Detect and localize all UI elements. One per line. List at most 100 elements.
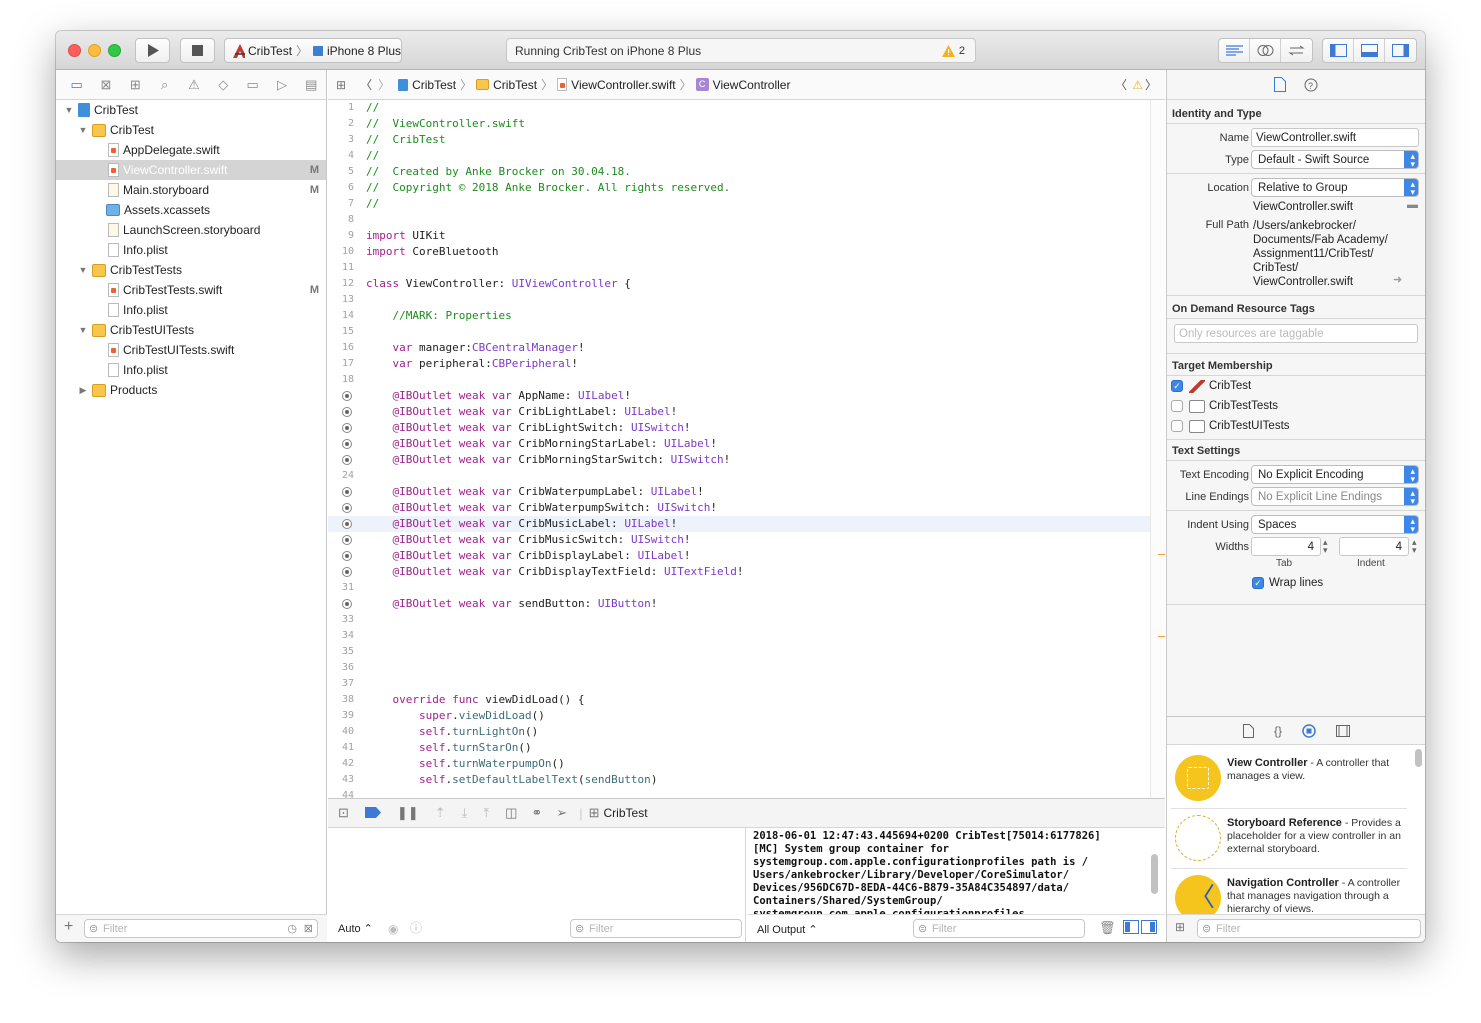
file-inspector-icon[interactable] — [1274, 77, 1286, 92]
name-field[interactable]: ViewController.swift — [1251, 128, 1419, 147]
editor-scrollbar[interactable] — [1150, 100, 1165, 798]
outlet-connection-icon[interactable] — [342, 503, 352, 513]
target-checkbox[interactable] — [1171, 420, 1183, 432]
eye-icon[interactable]: ◉ — [388, 922, 398, 936]
navigator-filter-field[interactable]: ⊜ Filter ◷ ⊠ — [84, 919, 318, 938]
tree-item[interactable]: ▶ Products — [56, 380, 326, 400]
outlet-connection-icon[interactable] — [342, 407, 352, 417]
stop-button[interactable] — [180, 38, 215, 63]
breadcrumb-project[interactable]: CribTest — [412, 78, 456, 92]
output-selector[interactable]: All Output ⌃ — [757, 923, 818, 936]
code-line[interactable]: @IBOutlet weak var CribMusicSwitch: UISw… — [328, 532, 1165, 548]
code-line[interactable]: 18 — [328, 372, 1165, 388]
target-checkbox[interactable]: ✓ — [1171, 380, 1183, 392]
breakpoint-tab-icon[interactable]: ▷ — [267, 77, 296, 93]
resource-tags-field[interactable]: Only resources are taggable — [1174, 324, 1418, 343]
code-line[interactable]: @IBOutlet weak var AppName: UILabel! — [328, 388, 1165, 404]
tree-item[interactable]: CribTestTests.swift M — [56, 280, 326, 300]
code-line[interactable]: @IBOutlet weak var CribMusicLabel: UILab… — [328, 516, 1165, 532]
reveal-arrow-icon[interactable]: ➜ — [1393, 273, 1402, 286]
tree-item[interactable]: Info.plist — [56, 300, 326, 320]
tree-item[interactable]: Info.plist — [56, 240, 326, 260]
outlet-connection-icon[interactable] — [342, 487, 352, 497]
trash-icon[interactable]: 🗑 — [1099, 920, 1116, 936]
code-line[interactable]: 15 — [328, 324, 1165, 340]
code-line[interactable]: 44 — [328, 788, 1165, 798]
code-line[interactable]: 34 — [328, 628, 1165, 644]
code-line[interactable]: 36 — [328, 660, 1165, 676]
code-line[interactable]: @IBOutlet weak var sendButton: UIButton! — [328, 596, 1165, 612]
tree-item[interactable]: ▼ CribTestUITests — [56, 320, 326, 340]
outlet-connection-icon[interactable] — [342, 391, 352, 401]
tree-item[interactable]: ▼ CribTest — [56, 100, 326, 120]
warnings-indicator[interactable]: 2 — [941, 44, 965, 57]
view-debugger-icon[interactable]: ◫ — [505, 805, 517, 821]
code-line[interactable]: 43 self.setDefaultLabelText(sendButton) — [328, 772, 1165, 788]
split-view-icon[interactable] — [1123, 920, 1157, 937]
code-line[interactable]: 13 — [328, 292, 1165, 308]
info-icon[interactable]: ⓘ — [410, 919, 422, 936]
console-scrollbar[interactable] — [1151, 854, 1158, 894]
debug-tab-icon[interactable]: ▭ — [238, 77, 267, 93]
library-item[interactable]: Storyboard Reference - Provides a placeh… — [1171, 809, 1407, 869]
variables-filter-field[interactable]: ⊜ Filter — [570, 919, 742, 938]
code-line[interactable]: 7 // — [328, 196, 1165, 212]
file-template-icon[interactable] — [1242, 723, 1254, 738]
disclosure-open-icon[interactable]: ▼ — [78, 265, 88, 275]
code-line[interactable]: @IBOutlet weak var CribDisplayLabel: UIL… — [328, 548, 1165, 564]
line-endings-popup[interactable]: No Explicit Line Endings ▴ ▾ — [1251, 487, 1419, 506]
wrap-lines-checkbox[interactable]: ✓ — [1252, 577, 1264, 589]
outlet-connection-icon[interactable] — [342, 519, 352, 529]
code-line[interactable]: 12 class ViewController: UIViewController… — [328, 276, 1165, 292]
code-line[interactable]: @IBOutlet weak var CribMorningStarSwitch… — [328, 452, 1165, 468]
code-line[interactable]: 39 super.viewDidLoad() — [328, 708, 1165, 724]
folder-tab-icon[interactable]: ▭ — [62, 77, 91, 93]
process-label[interactable]: CribTest — [604, 806, 648, 820]
code-line[interactable]: 17 var peripheral:CBPeripheral! — [328, 356, 1165, 372]
indent-using-popup[interactable]: Spaces ▴ ▾ — [1251, 515, 1419, 534]
tree-item[interactable]: ▼ CribTestTests — [56, 260, 326, 280]
tree-item[interactable]: AppDelegate.swift — [56, 140, 326, 160]
issue-tab-icon[interactable]: ⚠ — [179, 77, 208, 93]
media-library-icon[interactable] — [1336, 724, 1350, 737]
code-line[interactable]: @IBOutlet weak var CribLightSwitch: UISw… — [328, 420, 1165, 436]
code-line[interactable]: 37 — [328, 676, 1165, 692]
previous-issue-button[interactable]: 〈 — [1115, 76, 1127, 93]
related-items-icon[interactable]: ⊞ — [336, 78, 346, 92]
clock-icon[interactable]: ◷ — [287, 922, 297, 935]
breakpoints-toggle-icon[interactable] — [364, 806, 381, 821]
disclosure-open-icon[interactable]: ▼ — [78, 325, 88, 335]
code-line[interactable]: 8 — [328, 212, 1165, 228]
indent-width-field[interactable]: 4 — [1339, 537, 1409, 556]
target-checkbox[interactable] — [1171, 400, 1183, 412]
encoding-popup[interactable]: No Explicit Encoding ▴ ▾ — [1251, 465, 1419, 484]
zoom-window-button[interactable] — [108, 44, 121, 57]
back-button[interactable]: 〈 — [360, 76, 372, 93]
close-window-button[interactable] — [68, 44, 81, 57]
source-editor[interactable]: 1 // 2 // ViewController.swift 3 // CribTest 4… — [328, 100, 1165, 798]
code-line[interactable]: 35 — [328, 644, 1165, 660]
disclosure-closed-icon[interactable]: ▶ — [78, 385, 88, 396]
code-snippet-icon[interactable]: {} — [1274, 724, 1282, 738]
code-line[interactable]: 2 // ViewController.swift — [328, 116, 1165, 132]
code-line[interactable]: @IBOutlet weak var CribDisplayTextField:… — [328, 564, 1165, 580]
next-issue-button[interactable]: 〉 — [1145, 76, 1157, 93]
tree-item[interactable]: Info.plist — [56, 360, 326, 380]
outlet-connection-icon[interactable] — [342, 551, 352, 561]
code-line[interactable]: 9 import UIKit — [328, 228, 1165, 244]
code-line[interactable]: @IBOutlet weak var CribMorningStarLabel:… — [328, 436, 1165, 452]
auto-selector[interactable]: Auto ⌃ — [338, 922, 373, 935]
step-over-icon[interactable]: ⇡ — [435, 805, 446, 821]
toggle-debug-area-button[interactable] — [1354, 39, 1385, 62]
tab-width-stepper[interactable]: ▴ ▾ — [1323, 538, 1328, 555]
assistant-editor-button[interactable] — [1250, 39, 1281, 62]
code-line[interactable]: 14 //MARK: Properties — [328, 308, 1165, 324]
source-control-tab-icon[interactable]: ⊠ — [91, 77, 120, 93]
report-tab-icon[interactable]: ▤ — [297, 77, 326, 93]
code-line[interactable]: 38 override func viewDidLoad() { — [328, 692, 1165, 708]
code-line[interactable]: 40 self.turnLightOn() — [328, 724, 1165, 740]
tree-item[interactable]: Main.storyboard M — [56, 180, 326, 200]
code-line[interactable]: 4 // — [328, 148, 1165, 164]
breadcrumb-file[interactable]: ViewController.swift — [571, 78, 675, 92]
tree-item[interactable]: CribTestUITests.swift — [56, 340, 326, 360]
